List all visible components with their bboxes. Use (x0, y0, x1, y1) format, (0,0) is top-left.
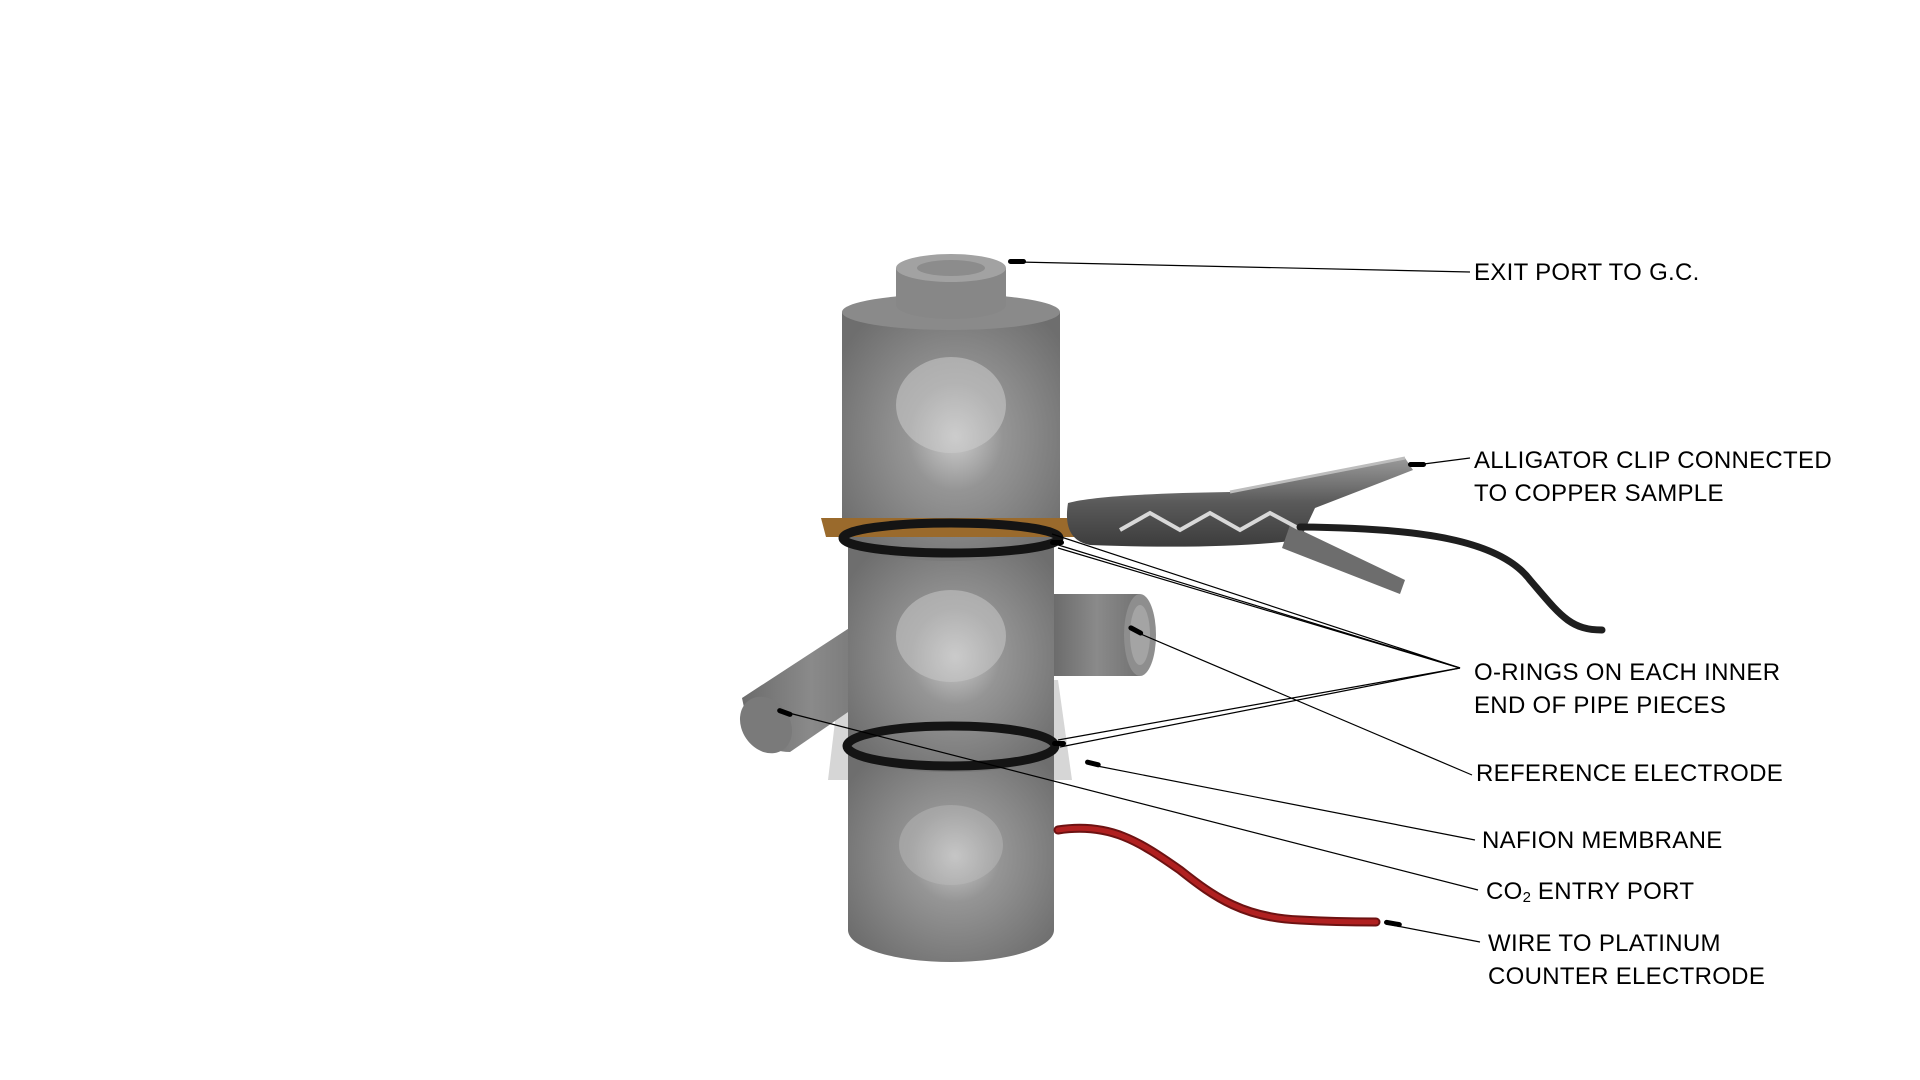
label-co2-entry-port-text: CO2 ENTRY PORT (1486, 875, 1694, 914)
red-counter-wire (1053, 823, 1381, 927)
leader-o-ring-4 (1057, 667, 1461, 741)
clip-black-wire (1296, 523, 1606, 634)
label-alligator-clip: ALLIGATOR CLIP CONNECTED TO COPPER SAMPL… (1474, 444, 1832, 510)
label-exit-port: EXIT PORT TO G.C. (1474, 256, 1700, 289)
label-alligator-clip-line1: ALLIGATOR CLIP CONNECTED (1474, 447, 1832, 474)
label-exit-port-text: EXIT PORT TO G.C. (1474, 259, 1700, 286)
leader-o-ring-5 (1059, 667, 1461, 748)
label-nafion-membrane-text: NAFION MEMBRANE (1482, 827, 1723, 854)
label-nafion-membrane: NAFION MEMBRANE (1482, 824, 1723, 857)
label-co2-entry-port: CO2 ENTRY PORT (1486, 875, 1694, 914)
cell-illustration (739, 254, 1606, 962)
electrochemical-cell-diagram: EXIT PORT TO G.C. ALLIGATOR CLIP CONNECT… (0, 0, 1920, 1080)
leader-counter-wire (1391, 924, 1481, 943)
label-reference-electrode: REFERENCE ELECTRODE (1476, 757, 1783, 790)
exit-port (896, 254, 1006, 319)
label-alligator-clip-line2: TO COPPER SAMPLE (1474, 480, 1724, 507)
label-counter-wire-line1: WIRE TO PLATINUM (1488, 930, 1721, 957)
co2-subscript: 2 (1522, 889, 1531, 906)
label-o-rings-line2: END OF PIPE PIECES (1474, 692, 1727, 719)
leader-exit-port (1017, 261, 1471, 273)
label-reference-electrode-text: REFERENCE ELECTRODE (1476, 760, 1784, 787)
leader-nafion-membrane (1091, 764, 1476, 841)
label-o-rings-line1: O-RINGS ON EACH INNER (1474, 659, 1781, 686)
label-counter-wire: WIRE TO PLATINUM COUNTER ELECTRODE (1488, 927, 1765, 993)
label-o-rings: O-RINGS ON EACH INNER END OF PIPE PIECES (1474, 656, 1780, 722)
leader-reference-electrode (1135, 631, 1473, 776)
label-counter-wire-line2: COUNTER ELECTRODE (1488, 963, 1766, 990)
co2-text: CO (1486, 878, 1523, 905)
entry-port-text: ENTRY PORT (1530, 878, 1695, 905)
